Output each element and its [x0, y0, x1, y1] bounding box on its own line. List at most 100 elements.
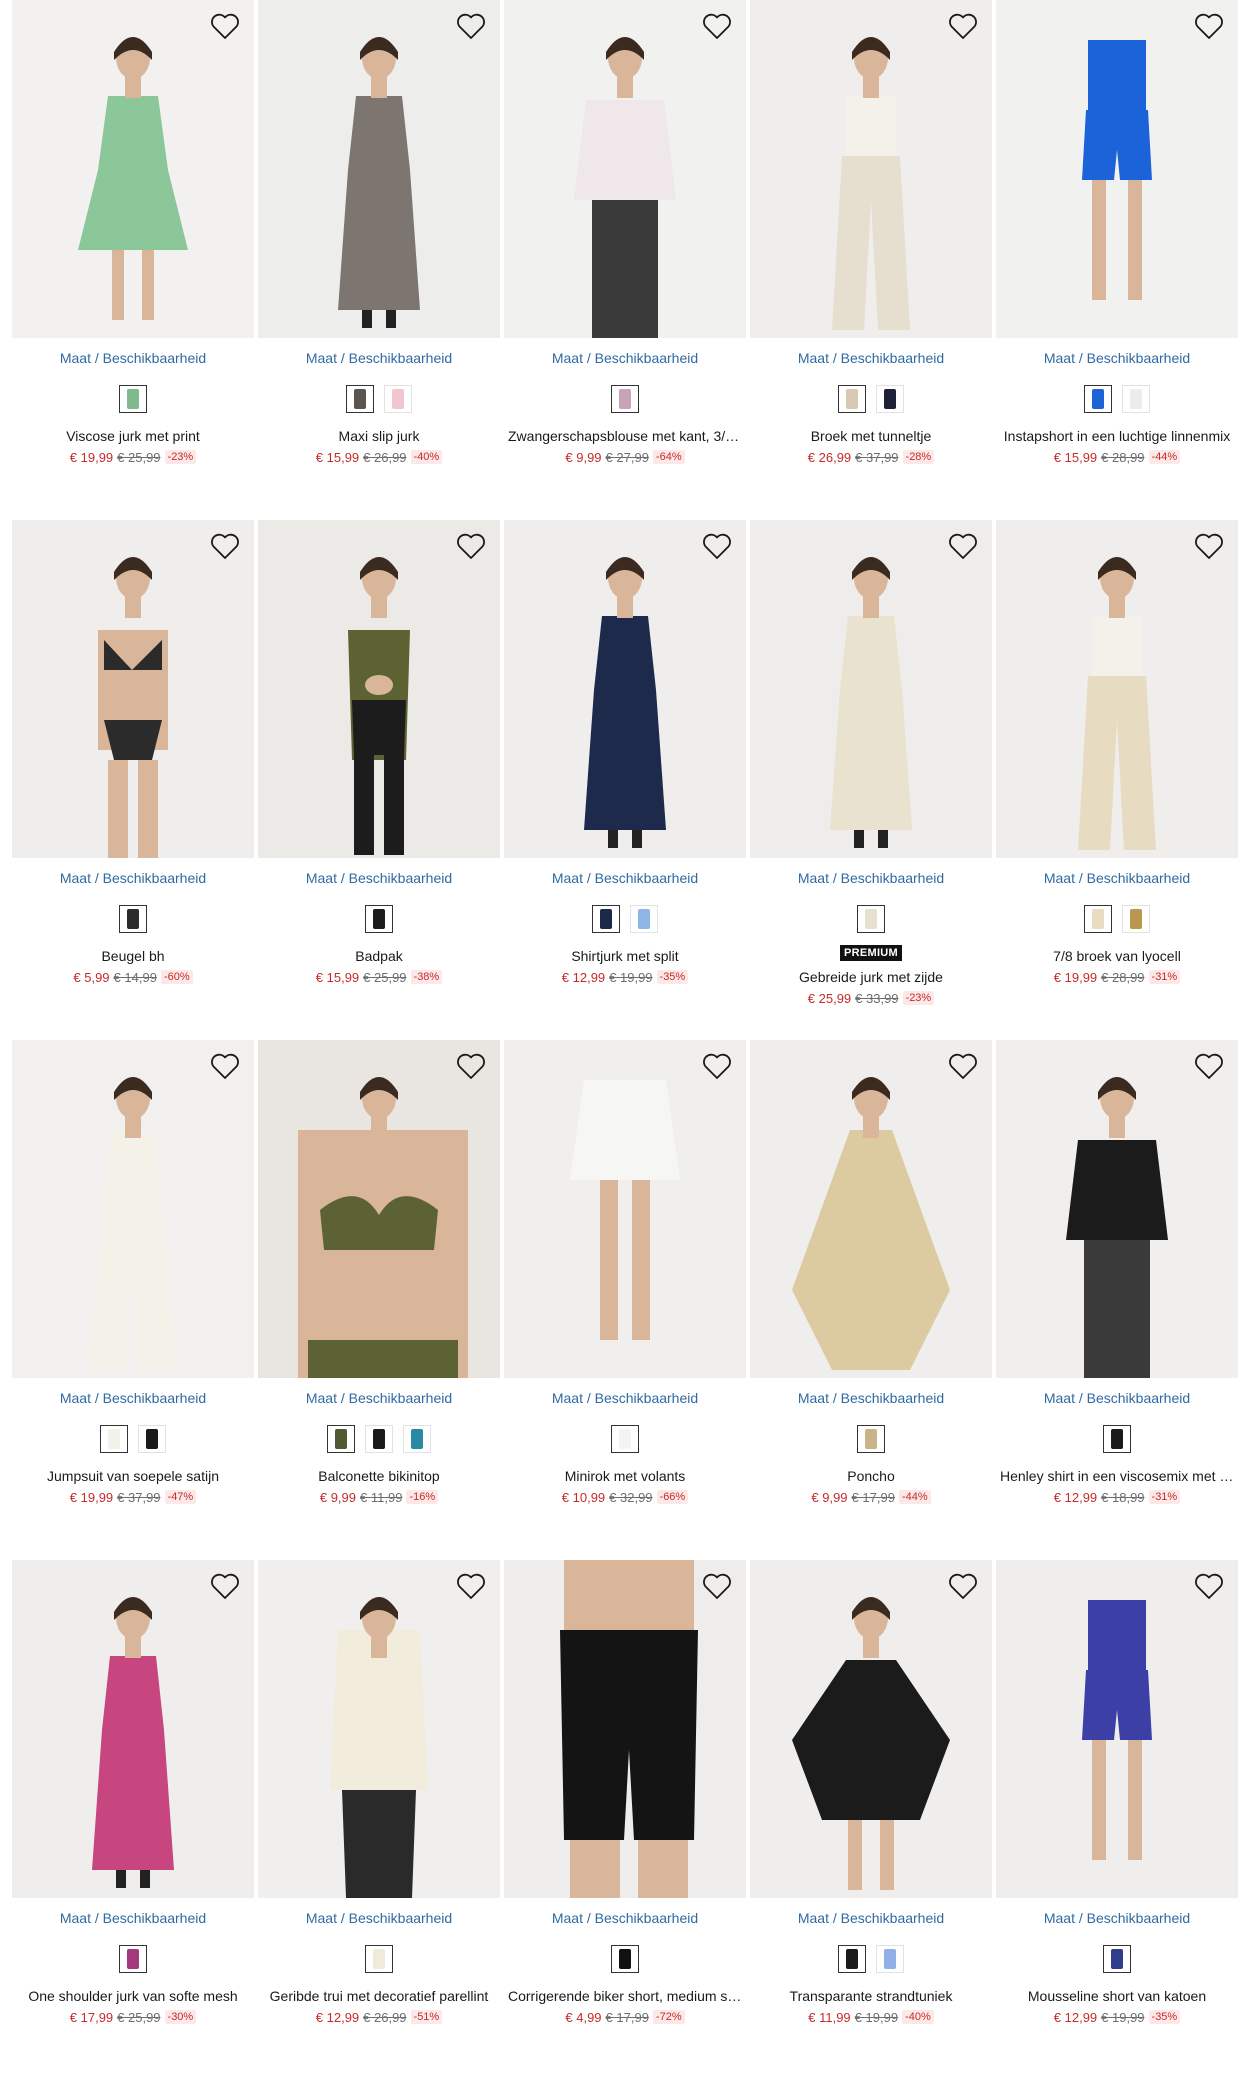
product-title[interactable]: 7/8 broek van lyocell [996, 947, 1238, 965]
wishlist-heart-icon[interactable] [946, 10, 980, 42]
color-swatch[interactable] [1084, 385, 1112, 413]
color-swatch[interactable] [346, 385, 374, 413]
size-availability-link[interactable]: Maat / Beschikbaarheid [12, 1910, 254, 1928]
color-swatch[interactable] [365, 1425, 393, 1453]
size-availability-link[interactable]: Maat / Beschikbaarheid [750, 870, 992, 888]
color-swatch[interactable] [365, 1945, 393, 1973]
color-swatch[interactable] [611, 1945, 639, 1973]
product-card[interactable]: Maat / Beschikbaarheid Mousseline short … [996, 1560, 1238, 2080]
product-title[interactable]: Jumpsuit van soepele satijn [12, 1467, 254, 1485]
product-card[interactable]: Maat / Beschikbaarheid Poncho € 9,99 € 1… [750, 1040, 992, 1560]
color-swatch[interactable] [1103, 1945, 1131, 1973]
wishlist-heart-icon[interactable] [1192, 1050, 1226, 1082]
product-image[interactable] [750, 1560, 992, 1898]
product-image[interactable] [12, 1040, 254, 1378]
product-title[interactable]: Beugel bh [12, 947, 254, 965]
product-title[interactable]: Instapshort in een luchtige linnenmix [996, 427, 1238, 445]
color-swatch[interactable] [876, 1945, 904, 1973]
product-card[interactable]: Maat / Beschikbaarheid Corrigerende bike… [504, 1560, 746, 2080]
product-title[interactable]: One shoulder jurk van softe mesh [12, 1987, 254, 2005]
product-image[interactable] [504, 1040, 746, 1378]
product-title[interactable]: Gebreide jurk met zijde [750, 968, 992, 986]
size-availability-link[interactable]: Maat / Beschikbaarheid [258, 1910, 500, 1928]
wishlist-heart-icon[interactable] [946, 1570, 980, 1602]
wishlist-heart-icon[interactable] [700, 1570, 734, 1602]
product-image[interactable] [996, 1040, 1238, 1378]
product-title[interactable]: Geribde trui met decoratief parellint [258, 1987, 500, 2005]
product-image[interactable] [12, 1560, 254, 1898]
product-card[interactable]: Maat / Beschikbaarheid Balconette bikini… [258, 1040, 500, 1560]
color-swatch[interactable] [857, 1425, 885, 1453]
wishlist-heart-icon[interactable] [1192, 530, 1226, 562]
size-availability-link[interactable]: Maat / Beschikbaarheid [504, 350, 746, 368]
product-image[interactable] [750, 1040, 992, 1378]
product-image[interactable] [504, 0, 746, 338]
wishlist-heart-icon[interactable] [454, 1570, 488, 1602]
size-availability-link[interactable]: Maat / Beschikbaarheid [12, 870, 254, 888]
size-availability-link[interactable]: Maat / Beschikbaarheid [504, 1390, 746, 1408]
color-swatch[interactable] [403, 1425, 431, 1453]
size-availability-link[interactable]: Maat / Beschikbaarheid [12, 1390, 254, 1408]
product-image[interactable] [12, 520, 254, 858]
product-image[interactable] [504, 1560, 746, 1898]
color-swatch[interactable] [838, 1945, 866, 1973]
product-title[interactable]: Viscose jurk met print [12, 427, 254, 445]
product-image[interactable] [258, 1040, 500, 1378]
size-availability-link[interactable]: Maat / Beschikbaarheid [258, 870, 500, 888]
wishlist-heart-icon[interactable] [1192, 10, 1226, 42]
product-image[interactable] [750, 0, 992, 338]
product-image[interactable] [996, 1560, 1238, 1898]
product-card[interactable]: Maat / Beschikbaarheid Jumpsuit van soep… [12, 1040, 254, 1560]
product-card[interactable]: Maat / Beschikbaarheid Geribde trui met … [258, 1560, 500, 2080]
product-image[interactable] [996, 0, 1238, 338]
color-swatch[interactable] [119, 1945, 147, 1973]
color-swatch[interactable] [857, 905, 885, 933]
color-swatch[interactable] [138, 1425, 166, 1453]
wishlist-heart-icon[interactable] [454, 530, 488, 562]
color-swatch[interactable] [100, 1425, 128, 1453]
color-swatch[interactable] [592, 905, 620, 933]
wishlist-heart-icon[interactable] [208, 10, 242, 42]
product-card[interactable]: Maat / Beschikbaarheid Transparante stra… [750, 1560, 992, 2080]
color-swatch[interactable] [1122, 385, 1150, 413]
color-swatch[interactable] [327, 1425, 355, 1453]
product-title[interactable]: Transparante strandtuniek [750, 1987, 992, 2005]
size-availability-link[interactable]: Maat / Beschikbaarheid [258, 1390, 500, 1408]
product-image[interactable] [750, 520, 992, 858]
wishlist-heart-icon[interactable] [700, 1050, 734, 1082]
product-card[interactable]: Maat / Beschikbaarheid Zwangerschapsblou… [504, 0, 746, 520]
size-availability-link[interactable]: Maat / Beschikbaarheid [750, 350, 992, 368]
product-title[interactable]: Maxi slip jurk [258, 427, 500, 445]
size-availability-link[interactable]: Maat / Beschikbaarheid [996, 350, 1238, 368]
product-card[interactable]: Maat / Beschikbaarheid Henley shirt in e… [996, 1040, 1238, 1560]
product-title[interactable]: Minirok met volants [504, 1467, 746, 1485]
wishlist-heart-icon[interactable] [946, 1050, 980, 1082]
product-title[interactable]: Shirtjurk met split [504, 947, 746, 965]
product-title[interactable]: Broek met tunneltje [750, 427, 992, 445]
product-card[interactable]: Maat / Beschikbaarheid PREMIUM Gebreide … [750, 520, 992, 1040]
product-title[interactable]: Corrigerende biker short, medium shaping [504, 1987, 746, 2005]
product-image[interactable] [504, 520, 746, 858]
color-swatch[interactable] [119, 385, 147, 413]
product-title[interactable]: Henley shirt in een viscosemix met print [996, 1467, 1238, 1485]
size-availability-link[interactable]: Maat / Beschikbaarheid [750, 1390, 992, 1408]
color-swatch[interactable] [876, 385, 904, 413]
size-availability-link[interactable]: Maat / Beschikbaarheid [996, 1390, 1238, 1408]
wishlist-heart-icon[interactable] [208, 530, 242, 562]
product-title[interactable]: Balconette bikinitop [258, 1467, 500, 1485]
color-swatch[interactable] [838, 385, 866, 413]
product-image[interactable] [258, 1560, 500, 1898]
product-card[interactable]: Maat / Beschikbaarheid Beugel bh € 5,99 … [12, 520, 254, 1040]
size-availability-link[interactable]: Maat / Beschikbaarheid [504, 1910, 746, 1928]
size-availability-link[interactable]: Maat / Beschikbaarheid [996, 870, 1238, 888]
wishlist-heart-icon[interactable] [208, 1050, 242, 1082]
size-availability-link[interactable]: Maat / Beschikbaarheid [996, 1910, 1238, 1928]
product-card[interactable]: Maat / Beschikbaarheid Badpak € 15,99 € … [258, 520, 500, 1040]
product-title[interactable]: Badpak [258, 947, 500, 965]
product-image[interactable] [258, 0, 500, 338]
wishlist-heart-icon[interactable] [700, 10, 734, 42]
color-swatch[interactable] [611, 1425, 639, 1453]
product-image[interactable] [12, 0, 254, 338]
wishlist-heart-icon[interactable] [454, 1050, 488, 1082]
size-availability-link[interactable]: Maat / Beschikbaarheid [12, 350, 254, 368]
